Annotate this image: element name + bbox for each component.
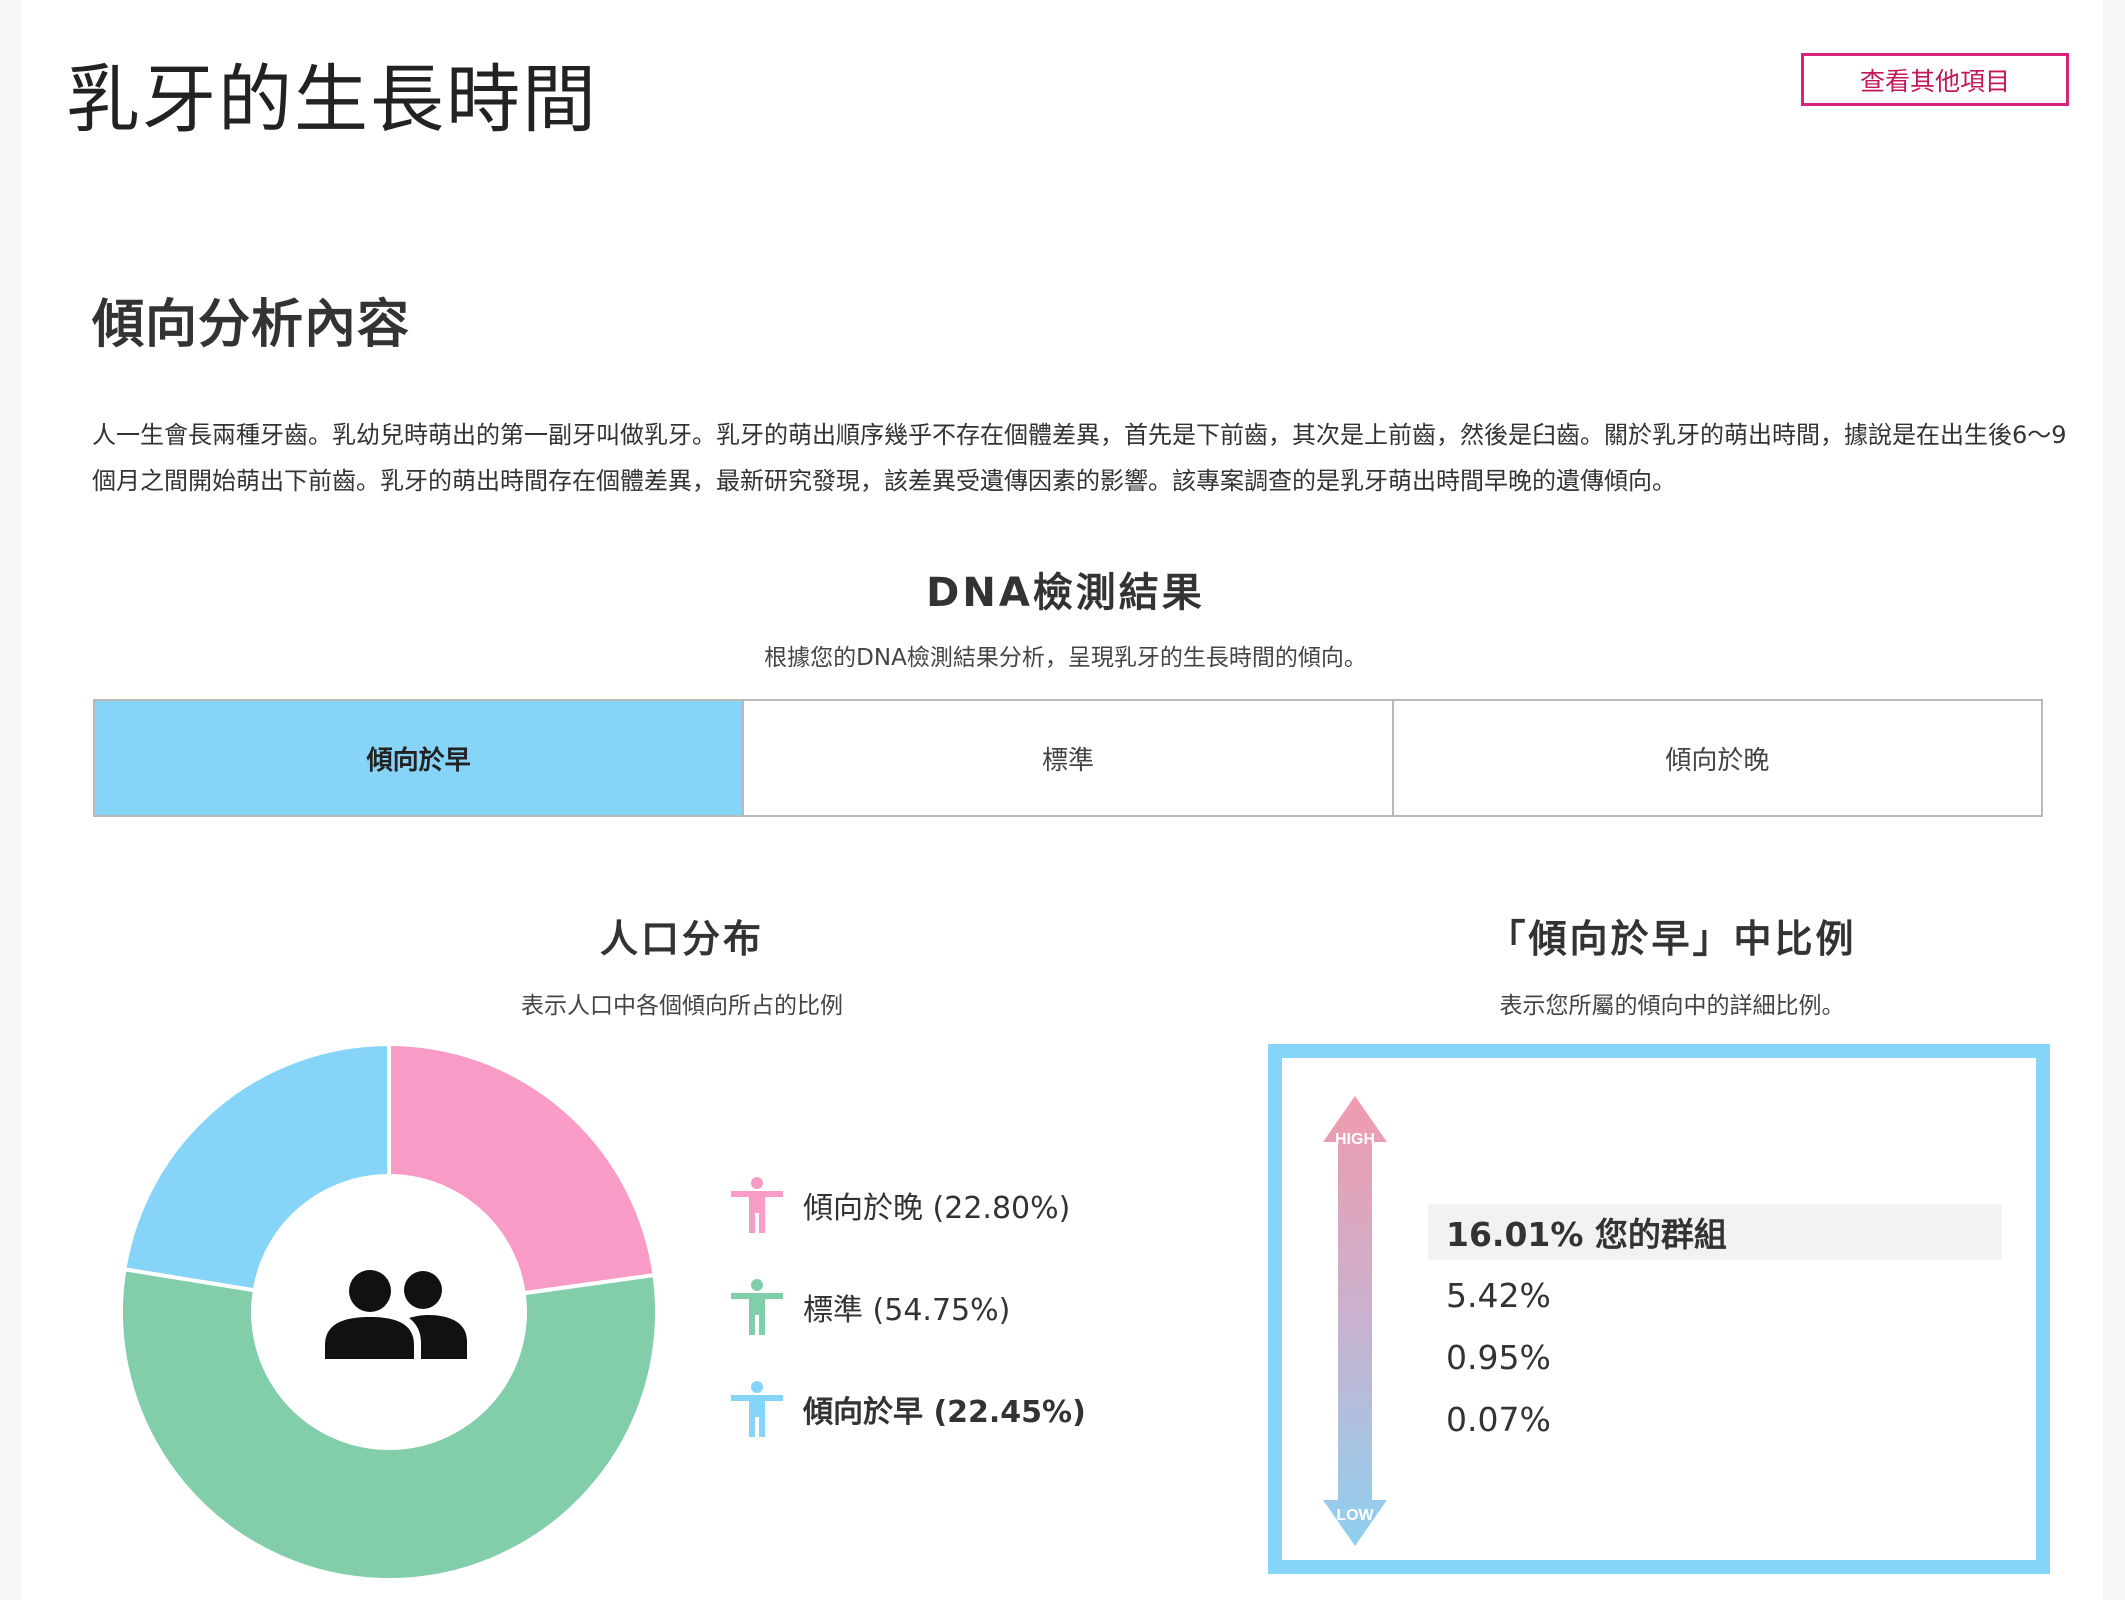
page: 乳牙的生長時間 查看其他項目 傾向分析內容 人一生會長兩種牙齒。乳幼兒時萌出的第… [22, 0, 2103, 1600]
ratio-title: 「傾向於早」中比例 [1487, 917, 1857, 961]
tendency-late: 傾向於晚 [1391, 701, 2041, 815]
person-icon [731, 1177, 783, 1233]
group-icon [325, 1270, 467, 1359]
ratio-list: 16.01% 您的群組 5.42% 0.95% 0.07% [1428, 1204, 2002, 1450]
ratio-row: 5.42% [1446, 1275, 1551, 1315]
analysis-description: 人一生會長兩種牙齒。乳幼兒時萌出的第一副牙叫做乳牙。乳牙的萌出順序幾乎不存在個體… [92, 421, 2067, 495]
population-title: 人口分布 [599, 917, 764, 961]
ratio-row: 0.95% [1446, 1337, 1551, 1377]
population-donut-chart [119, 1041, 659, 1582]
person-icon [731, 1381, 783, 1437]
legend-label: 標準 (54.75%) [803, 1293, 1011, 1328]
tendency-early: 傾向於早 [95, 701, 743, 815]
population-subtitle: 表示人口中各個傾向所占的比例 [521, 993, 843, 1019]
ratio-subtitle: 表示您所屬的傾向中的詳細比例。 [1499, 993, 1845, 1019]
legend-item-standard: 標準 (54.75%) [727, 1277, 1010, 1337]
donut-slice-0 [387, 1041, 657, 1296]
person-icon [731, 1279, 783, 1335]
legend-label: 傾向於晚 (22.80%) [803, 1191, 1071, 1226]
dna-result-subtitle: 根據您的DNA檢測結果分析，呈現乳牙的生長時間的傾向。 [764, 645, 1367, 671]
page-title: 乳牙的生長時間 [66, 57, 598, 143]
arrow-low-label: LOW [1336, 1507, 1374, 1524]
tendency-bar: 傾向於早 標準 傾向於晚 [93, 699, 2043, 817]
section-title: 傾向分析內容 [92, 295, 411, 355]
ratio-row: 0.07% [1446, 1399, 1551, 1439]
other-items-button[interactable]: 查看其他項目 [1801, 53, 2069, 106]
tendency-standard: 標準 [742, 701, 1391, 815]
ratio-row-your-group: 16.01% 您的群組 [1428, 1204, 2002, 1260]
legend-item-late: 傾向於晚 (22.80%) [727, 1175, 1070, 1235]
donut-slice-1 [119, 1266, 659, 1582]
legend-item-early: 傾向於早 (22.45%) [727, 1379, 1086, 1439]
ratio-box: HIGH LOW 16.01% 您的群組 5.42% 0.95% 0.07% [1268, 1044, 2050, 1574]
legend-label: 傾向於早 (22.45%) [803, 1395, 1086, 1430]
arrow-high-label: HIGH [1335, 1131, 1375, 1148]
high-low-arrow-icon: HIGH LOW [1323, 1096, 1387, 1546]
dna-result-title: DNA檢測結果 [926, 570, 1205, 616]
donut-slice-2 [122, 1041, 391, 1293]
